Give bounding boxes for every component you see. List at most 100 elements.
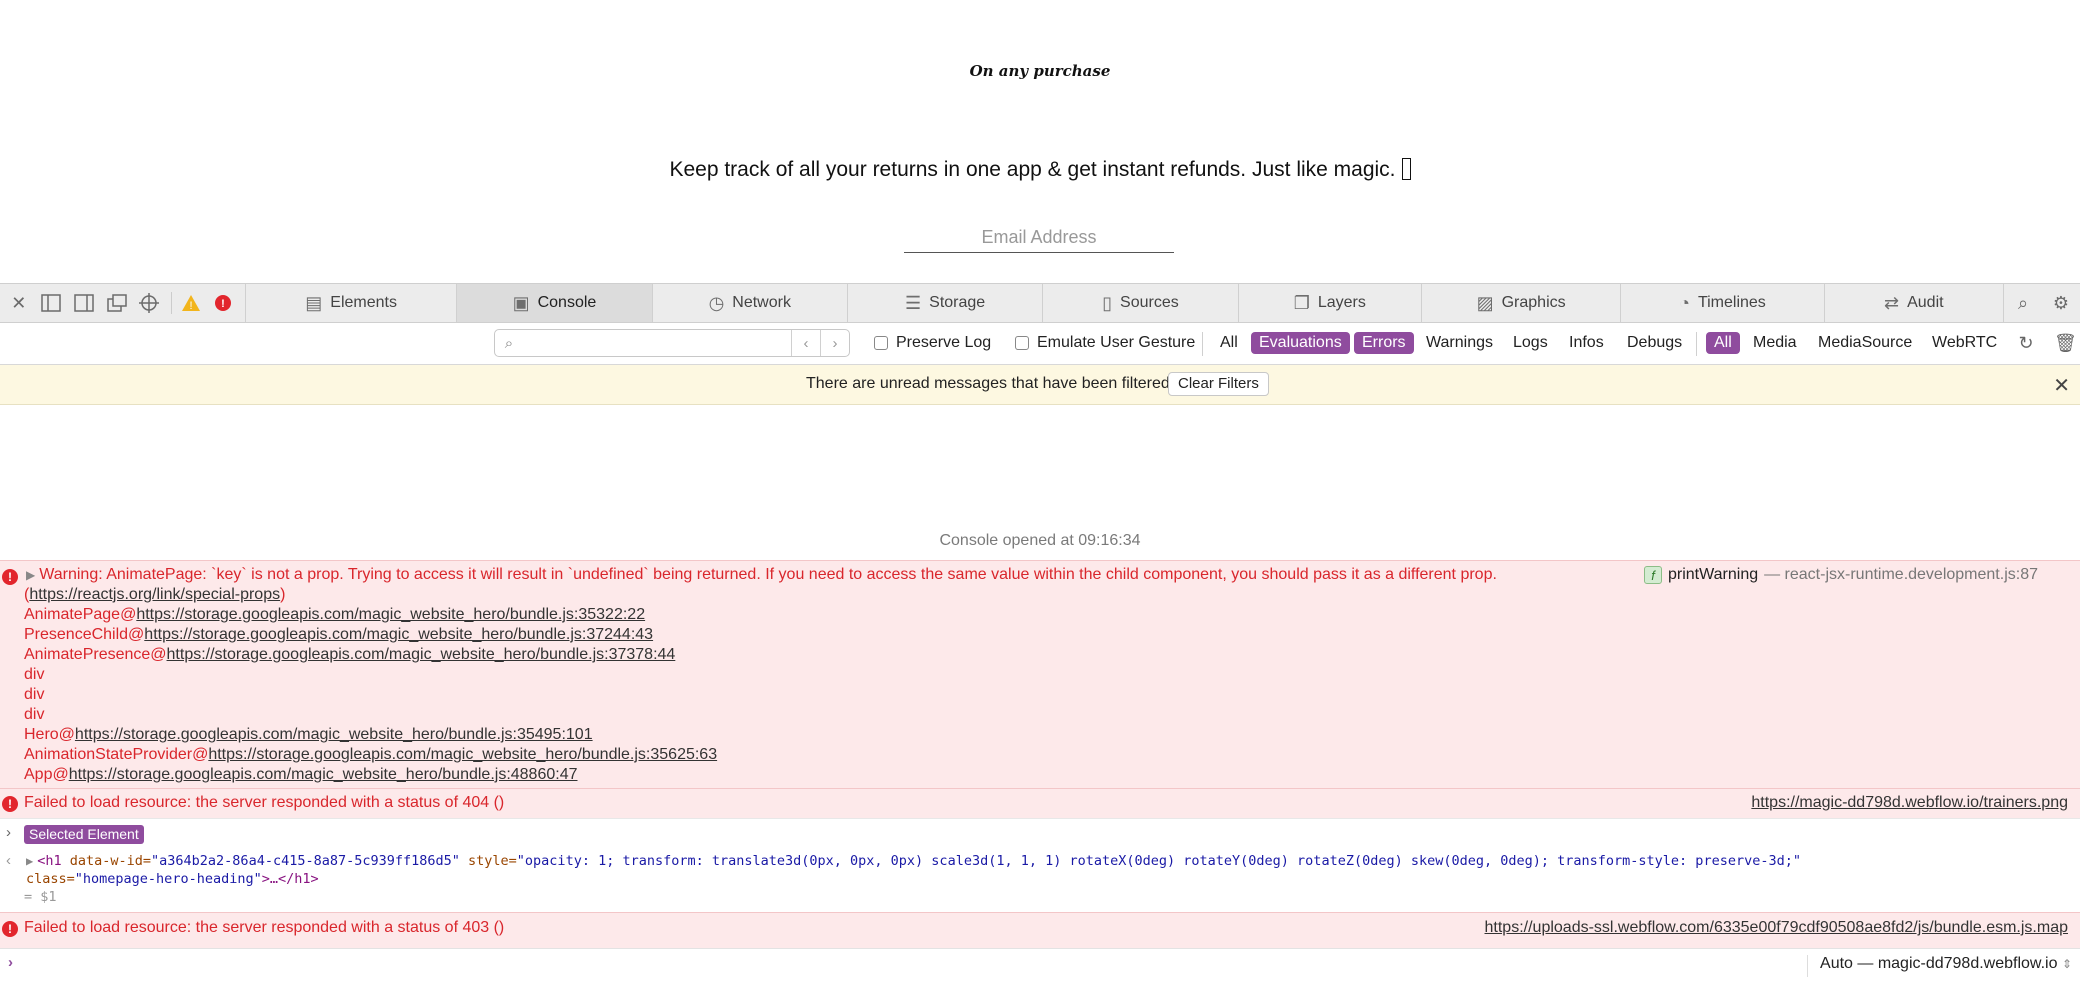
checkbox[interactable] [1015, 336, 1029, 350]
tab-label: Timelines [1697, 294, 1766, 311]
warning-icon[interactable]: ! [180, 292, 202, 314]
tab-audit[interactable]: ⇄ Audit [1825, 284, 2004, 322]
emulate-gesture-checkbox[interactable]: Emulate User Gesture [1015, 334, 1195, 352]
tab-timelines[interactable]: ◔ Timelines [1621, 284, 1825, 322]
source-media[interactable]: Media [1745, 332, 1805, 354]
console-opened-text: Console opened at 09:16:34 [939, 532, 1141, 549]
checkbox[interactable] [874, 336, 888, 350]
frame-url-link[interactable]: https://storage.googleapis.com/magic_web… [75, 726, 593, 743]
tab-label: Network [732, 294, 791, 311]
attr-name: data-w-id= [61, 853, 152, 869]
resource-link[interactable]: https://uploads-ssl.webflow.com/6335e00f… [1485, 919, 2068, 937]
error-icon[interactable]: ! [212, 292, 234, 314]
tab-network[interactable]: ◷ Network [653, 284, 848, 322]
level-all[interactable]: All [1212, 332, 1246, 354]
frame-url-link[interactable]: https://storage.googleapis.com/magic_web… [136, 606, 645, 623]
undock-icon[interactable] [106, 292, 128, 314]
disclosure-triangle-icon[interactable]: ▶ [26, 854, 33, 868]
preserve-log-checkbox[interactable]: Preserve Log [874, 334, 991, 352]
level-warnings[interactable]: Warnings [1418, 332, 1501, 354]
error-icon: ! [2, 921, 18, 937]
trash-icon[interactable]: 🗑 [2054, 333, 2077, 353]
devtools-tab-bar: ✕ ! ! ▤ Elements ▣ Console ◷ Network ☰ Stora… [0, 283, 2080, 323]
stack-frame: div [24, 706, 44, 724]
frame-url-link[interactable]: https://storage.googleapis.com/magic_web… [167, 646, 676, 663]
frame-name: Hero@ [24, 726, 75, 743]
element-picker-icon[interactable] [138, 292, 160, 314]
error-404-message: ! Failed to load resource: the server re… [0, 788, 2080, 818]
gear-icon[interactable]: ⚙ [2050, 292, 2072, 314]
resource-link[interactable]: https://magic-dd798d.webflow.io/trainers… [1751, 794, 2068, 812]
notice-text: There are unread messages that have been… [806, 375, 1170, 392]
devtools-right-controls: ⌕ ⚙ [2004, 284, 2080, 322]
source-mediasource[interactable]: MediaSource [1810, 332, 1920, 354]
tab-elements[interactable]: ▤ Elements [246, 284, 458, 322]
level-errors[interactable]: Errors [1354, 332, 1414, 354]
dock-left-icon[interactable] [41, 292, 63, 314]
frame-url-link[interactable]: https://storage.googleapis.com/magic_web… [208, 746, 717, 763]
error-icon: ! [2, 569, 18, 585]
level-evaluations[interactable]: Evaluations [1251, 332, 1350, 354]
dock-right-icon[interactable] [73, 292, 95, 314]
elements-icon: ▤ [305, 292, 323, 313]
tab-console[interactable]: ▣ Console [457, 284, 653, 322]
element-code-line-1[interactable]: ▶ <h1 data-w-id="a364b2a2-86a4-c415-8a87-… [26, 853, 1801, 869]
attr-value: "opacity: 1; transform: translate3d(0px,… [516, 853, 1801, 869]
warning-message: ! ▶ Warning: AnimatePage: `key` is not a … [0, 560, 2080, 788]
function-name: printWarning [1668, 566, 1759, 583]
frame-name: div [24, 666, 45, 683]
tab-label: Audit [1907, 294, 1944, 311]
stack-frame: PresenceChild@https://storage.googleapis… [24, 626, 653, 644]
previous-icon[interactable]: ‹ [791, 330, 820, 356]
error-text: Failed to load resource: the server resp… [24, 794, 505, 811]
tab-label: Sources [1120, 294, 1179, 311]
warning-text[interactable]: ▶ Warning: AnimatePage: `key` is not a pr… [26, 566, 1497, 584]
audit-icon: ⇄ [1884, 292, 1900, 313]
email-field[interactable] [904, 222, 1174, 253]
checkbox-label: Preserve Log [896, 334, 992, 351]
network-icon: ◷ [708, 292, 725, 313]
tab-storage[interactable]: ☰ Storage [848, 284, 1044, 322]
graphics-icon: ▨ [1476, 292, 1494, 313]
next-icon[interactable]: › [820, 330, 849, 356]
filter-input[interactable] [523, 330, 791, 356]
disclosure-triangle-icon[interactable]: ▶ [26, 568, 35, 582]
level-debugs[interactable]: Debugs [1619, 332, 1690, 354]
clear-filters-button[interactable]: Clear Filters [1168, 372, 1269, 396]
source-all[interactable]: All [1706, 332, 1740, 354]
search-icon[interactable]: ⌕ [2012, 292, 2034, 314]
console-icon: ▣ [512, 292, 530, 313]
level-logs[interactable]: Logs [1505, 332, 1556, 354]
prompt-chevron-icon: › [8, 954, 13, 971]
timelines-icon: ◔ [1679, 292, 1690, 313]
level-infos[interactable]: Infos [1561, 332, 1612, 354]
search-icon: ⌕ [504, 334, 514, 352]
close-icon[interactable]: ✕ [8, 292, 30, 314]
frame-url-link[interactable]: https://storage.googleapis.com/magic_web… [144, 626, 653, 643]
warning-link-line: (https://reactjs.org/link/special-props) [24, 586, 285, 604]
tab-sources[interactable]: ▯ Sources [1043, 284, 1239, 322]
hero-text: Keep track of all your returns in one ap… [0, 158, 2080, 182]
special-props-link[interactable]: https://reactjs.org/link/special-props [29, 586, 280, 603]
execution-context-select[interactable]: Auto — magic-dd798d.webflow.io ⇕ [1807, 955, 2072, 977]
frame-name: div [24, 686, 45, 703]
frame-url-link[interactable]: https://storage.googleapis.com/magic_web… [69, 766, 578, 783]
reload-icon[interactable]: ↻ [2016, 333, 2036, 353]
tab-graphics[interactable]: ▨ Graphics [1422, 284, 1622, 322]
tab-label: Graphics [1501, 294, 1566, 311]
console-prompt[interactable]: › Auto — magic-dd798d.webflow.io ⇕ [0, 948, 2080, 982]
selected-element-row: › Selected Element [0, 818, 2080, 848]
checkbox-label: Emulate User Gesture [1037, 334, 1196, 351]
element-code-line-2: class="homepage-hero-heading">…</h1> [26, 871, 319, 887]
stack-frame: App@https://storage.googleapis.com/magic… [24, 766, 578, 784]
warning-source[interactable]: f printWarning — react-jsx-runtime.devel… [1644, 566, 2038, 584]
tab-layers[interactable]: ❐ Layers [1239, 284, 1422, 322]
close-icon[interactable]: ✕ [2053, 373, 2070, 398]
frame-name: AnimatePresence@ [24, 646, 167, 663]
hero-text-label: Keep track of all your returns in one ap… [669, 158, 1396, 181]
stack-frame: div [24, 686, 44, 704]
storage-icon: ☰ [905, 292, 922, 313]
source-webrtc[interactable]: WebRTC [1924, 332, 2005, 354]
attr-value: "a364b2a2-86a4-c415-8a87-5c939ff186d5" [151, 853, 460, 869]
frame-name: App@ [24, 766, 69, 783]
